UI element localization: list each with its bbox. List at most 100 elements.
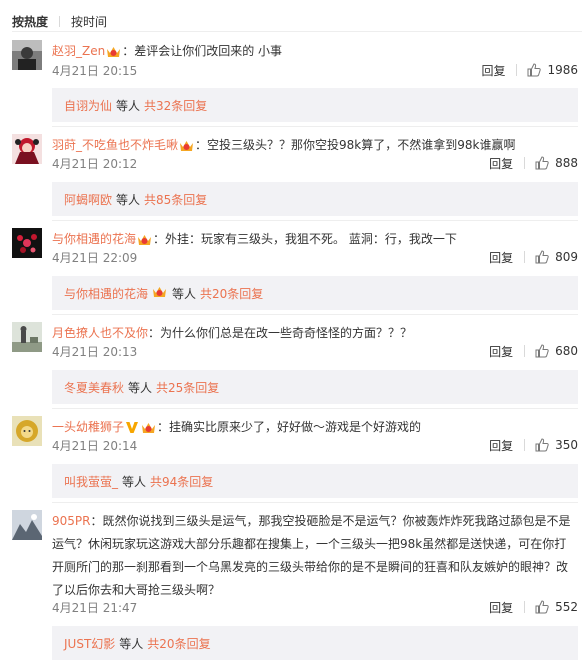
- action-divider: [524, 251, 526, 263]
- comment-time: 4月21日 20:15: [52, 63, 138, 78]
- avatar[interactable]: [12, 416, 42, 446]
- reply-button[interactable]: 回复: [489, 249, 513, 266]
- comment-item: 一头幼稚狮子 ：挂确实比原来少了，好好做～游戏是个好游戏的 4月21日 20:14…: [12, 416, 578, 500]
- avatar[interactable]: [12, 134, 42, 164]
- sub-reply-etc: 等人: [116, 98, 141, 113]
- avatar[interactable]: [12, 510, 42, 540]
- username-link[interactable]: 905PR: [52, 514, 90, 528]
- comment-text: 为什么你们总是在改一些奇奇怪怪的方面？？？: [160, 326, 413, 340]
- sub-reply-etc: 等人: [116, 192, 141, 207]
- comment-text: 外挂：玩家有三级头，我狙不死。 蓝洞：行，我改一下: [165, 232, 457, 246]
- thumbs-up-icon: [527, 63, 542, 77]
- like-button[interactable]: 888: [535, 156, 578, 170]
- sub-reply-etc: 等人: [172, 286, 197, 301]
- sub-reply-etc: 等人: [119, 636, 144, 651]
- action-divider: [524, 439, 526, 451]
- reply-button[interactable]: 回复: [489, 599, 513, 616]
- like-count: 350: [555, 438, 578, 452]
- comment-text: 既然你说找到三级头是运气，那我空投砸脸是不是运气？你被轰炸炸死我路过舔包是不是运…: [52, 514, 571, 597]
- sub-reply-user[interactable]: 阿蝎啊欧: [64, 191, 112, 208]
- comment-item: 羽莳_不吃鱼也不炸毛啾 ：空投三级头？？那你空投98k算了，不然谁拿到98k谁赢啊…: [12, 134, 578, 218]
- sort-by-time-tab[interactable]: 按时间: [71, 13, 107, 30]
- comment-text: 空投三级头？？那你空投98k算了，不然谁拿到98k谁赢啊: [207, 138, 516, 152]
- avatar[interactable]: [12, 322, 42, 352]
- sub-reply-summary[interactable]: 与你相遇的花海 等人 共20条回复: [52, 276, 578, 310]
- action-divider: [524, 345, 526, 357]
- action-divider: [524, 157, 526, 169]
- action-divider: [516, 64, 518, 76]
- comment-time: 4月21日 21:47: [52, 600, 138, 615]
- comment-item: 赵羽_Zen ：差评会让你们改回来的 小事 4月21日 20:15 回复 1986…: [12, 40, 578, 124]
- like-count: 552: [555, 600, 578, 614]
- sort-by-hot-tab[interactable]: 按热度: [12, 13, 48, 30]
- sub-reply-etc: 等人: [122, 474, 147, 489]
- sub-reply-user[interactable]: 冬夏美春秋: [64, 379, 124, 396]
- comment-separator: ：: [157, 420, 170, 434]
- thumbs-up-icon: [535, 344, 549, 358]
- avatar[interactable]: [12, 228, 42, 258]
- reply-button[interactable]: 回复: [481, 62, 505, 79]
- username-link[interactable]: 与你相遇的花海: [52, 232, 136, 246]
- comment-divider: [52, 408, 578, 409]
- comment-separator: ：: [90, 514, 103, 528]
- comment-text: 挂确实比原来少了，好好做～游戏是个好游戏的: [169, 420, 422, 434]
- sub-reply-user[interactable]: 叫我萤萤_: [64, 473, 118, 490]
- sub-reply-summary[interactable]: 自诩为仙 等人 共32条回复: [52, 88, 578, 122]
- sub-reply-summary[interactable]: 阿蝎啊欧 等人 共85条回复: [52, 182, 578, 216]
- comment-time: 4月21日 22:09: [52, 250, 138, 265]
- sub-reply-etc: 等人: [128, 380, 153, 395]
- username-link[interactable]: 赵羽_Zen: [52, 44, 105, 58]
- reply-button[interactable]: 回复: [489, 155, 513, 172]
- sub-reply-summary[interactable]: 冬夏美春秋 等人 共25条回复: [52, 370, 578, 404]
- reply-button[interactable]: 回复: [489, 437, 513, 454]
- like-button[interactable]: 350: [535, 438, 578, 452]
- sub-reply-user[interactable]: 与你相遇的花海: [64, 285, 148, 302]
- sub-reply-summary[interactable]: 叫我萤萤_ 等人 共94条回复: [52, 464, 578, 498]
- sub-reply-summary[interactable]: JUST幻影 等人 共20条回复: [52, 626, 578, 660]
- comment-time: 4月21日 20:14: [52, 438, 138, 453]
- like-button[interactable]: 1986: [527, 63, 578, 77]
- comment-separator: ：: [148, 326, 161, 340]
- sub-reply-user[interactable]: JUST幻影: [64, 635, 115, 652]
- sub-reply-count[interactable]: 共85条回复: [144, 191, 207, 208]
- sub-reply-user[interactable]: 自诩为仙: [64, 97, 112, 114]
- username-link[interactable]: 月色撩人也不及你: [52, 326, 148, 340]
- sub-reply-count[interactable]: 共94条回复: [150, 473, 213, 490]
- comment-time: 4月21日 20:13: [52, 344, 138, 359]
- comment-divider: [52, 126, 578, 127]
- like-button[interactable]: 809: [535, 250, 578, 264]
- sub-reply-count[interactable]: 共32条回复: [144, 97, 207, 114]
- action-divider: [524, 601, 526, 613]
- comment-divider: [52, 220, 578, 221]
- comment-separator: ：: [153, 232, 166, 246]
- like-button[interactable]: 552: [535, 600, 578, 614]
- comment-item: 与你相遇的花海 ：外挂：玩家有三级头，我狙不死。 蓝洞：行，我改一下 4月21日 …: [12, 228, 578, 312]
- sub-reply-count[interactable]: 共20条回复: [147, 635, 210, 652]
- like-count: 1986: [547, 63, 578, 77]
- sort-bar-divider: [12, 31, 582, 32]
- sub-reply-count[interactable]: 共20条回复: [200, 285, 263, 302]
- avatar[interactable]: [12, 40, 42, 70]
- sort-bar: 按热度 按时间: [12, 12, 107, 30]
- thumbs-up-icon: [535, 156, 549, 170]
- username-link[interactable]: 羽莳_不吃鱼也不炸毛啾: [52, 138, 178, 152]
- username-link[interactable]: 一头幼稚狮子: [52, 420, 124, 434]
- thumbs-up-icon: [535, 250, 549, 264]
- like-count: 888: [555, 156, 578, 170]
- thumbs-up-icon: [535, 600, 549, 614]
- sort-divider: [59, 15, 61, 27]
- comment-divider: [52, 314, 578, 315]
- like-count: 680: [555, 344, 578, 358]
- comment-divider: [52, 502, 578, 503]
- thumbs-up-icon: [535, 438, 549, 452]
- comment-item: 月色撩人也不及你：为什么你们总是在改一些奇奇怪怪的方面？？？ 4月21日 20:…: [12, 322, 578, 406]
- vip-badge-icon: [152, 285, 167, 301]
- sub-reply-count[interactable]: 共25条回复: [156, 379, 219, 396]
- like-count: 809: [555, 250, 578, 264]
- comment-separator: ：: [122, 44, 135, 58]
- reply-button[interactable]: 回复: [489, 343, 513, 360]
- like-button[interactable]: 680: [535, 344, 578, 358]
- comment-time: 4月21日 20:12: [52, 156, 138, 171]
- comment-text: 差评会让你们改回来的 小事: [134, 44, 283, 58]
- comment-item: 905PR：既然你说找到三级头是运气，那我空投砸脸是不是运气？你被轰炸炸死我路过…: [12, 510, 578, 660]
